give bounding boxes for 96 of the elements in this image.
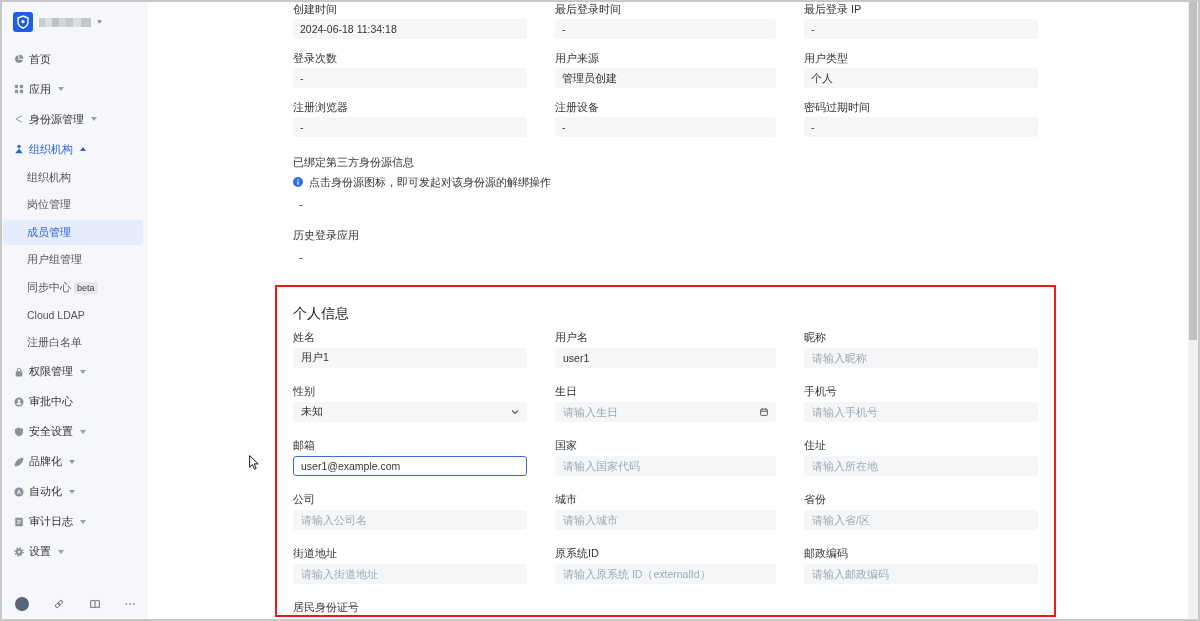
info-field: 2024-06-18 11:34:18 <box>293 19 527 39</box>
nav-subitem[interactable]: 注册白名单 <box>3 330 143 356</box>
field-label: 姓名 <box>293 330 315 344</box>
field-label: 用户来源 <box>555 51 599 65</box>
grid-icon <box>14 84 24 94</box>
nav-item[interactable]: 安全设置 <box>2 416 148 447</box>
nav-subitem[interactable]: Cloud LDAP <box>3 302 143 328</box>
text-input[interactable]: 请输入国家代码 <box>555 456 776 476</box>
nav-item[interactable]: 组织机构 <box>2 134 148 164</box>
nav-item[interactable]: 审计日志 <box>2 506 148 537</box>
field-label: 手机号 <box>804 384 837 398</box>
nav-subitem[interactable]: 同步中心 beta <box>3 275 143 301</box>
version-tag: beta <box>74 281 98 294</box>
info-field: 管理员创建 <box>555 68 776 88</box>
nav-item[interactable]: 首页 <box>2 44 148 74</box>
letter-circle-icon <box>14 486 24 497</box>
info-field: - <box>555 117 776 137</box>
field-label: 昵称 <box>804 330 826 344</box>
field-label: 注册浏览器 <box>293 100 348 114</box>
shield-icon <box>14 426 24 437</box>
field-label: 邮箱 <box>293 438 315 452</box>
lock-icon <box>14 366 24 377</box>
nav-subitem[interactable]: 组织机构 <box>3 165 143 191</box>
chevron-down-icon <box>511 408 519 416</box>
field-label: 用户名 <box>555 330 588 344</box>
chevron-left-icon <box>14 114 24 124</box>
text-input[interactable]: 请输入手机号 <box>804 402 1038 422</box>
caret-icon[interactable] <box>97 20 102 24</box>
text-input[interactable]: 请输入邮政编码 <box>804 564 1038 584</box>
field-label: 密码过期时间 <box>804 100 870 114</box>
link-icon[interactable] <box>54 599 65 609</box>
nav-subitem[interactable]: 用户组管理 <box>3 247 143 273</box>
info-icon <box>293 177 303 187</box>
shield-logo-icon[interactable] <box>13 12 33 32</box>
field-label: 用户类型 <box>804 51 848 65</box>
nav-subitem[interactable]: 成员管理 <box>3 220 143 246</box>
cursor-icon <box>249 455 259 470</box>
text-input[interactable]: 请输入街道地址 <box>293 564 527 584</box>
text-input[interactable]: 请输入省/区 <box>804 510 1038 530</box>
section-label: 历史登录应用 <box>293 228 359 242</box>
field-label: 性别 <box>293 384 315 398</box>
nav-item[interactable]: 自动化 <box>2 476 148 507</box>
info-field: - <box>804 19 1038 39</box>
field-label: 登录次数 <box>293 51 337 65</box>
info-field: - <box>293 117 527 137</box>
field-label: 城市 <box>555 492 577 506</box>
value-text: - <box>298 250 303 264</box>
text-input[interactable]: 请输入原系统 ID（externalId） <box>555 564 776 584</box>
section-title: 个人信息 <box>293 304 349 323</box>
field-label: 邮政编码 <box>804 546 848 560</box>
field-label: 注册设备 <box>555 100 599 114</box>
text-input[interactable]: 请输入公司名 <box>293 510 527 530</box>
scrollbar-thumb[interactable] <box>1189 2 1197 340</box>
field-label: 住址 <box>804 438 826 452</box>
notice-text: 点击身份源图标，即可发起对该身份源的解绑操作 <box>309 175 551 189</box>
nav-subitem[interactable]: 岗位管理 <box>3 192 143 218</box>
user-circle-icon <box>14 396 24 407</box>
field-label: 国家 <box>555 438 577 452</box>
text-input[interactable]: user1 <box>555 348 776 368</box>
calendar-icon[interactable] <box>760 408 768 416</box>
value-text: - <box>298 197 303 211</box>
field-label: 省份 <box>804 492 826 506</box>
nav-item[interactable]: 品牌化 <box>2 446 148 477</box>
book-icon[interactable] <box>89 599 100 609</box>
text-input[interactable]: user1@example.com <box>293 456 527 476</box>
field-label: 最后登录时间 <box>555 2 621 16</box>
settings-icon <box>14 546 24 557</box>
text-input[interactable]: 请输入昵称 <box>804 348 1038 368</box>
nav-item[interactable]: 设置 <box>2 536 148 567</box>
section-label: 已绑定第三方身份源信息 <box>293 155 414 169</box>
nav-item[interactable]: 权限管理 <box>2 356 148 387</box>
field-label: 最后登录 IP <box>804 2 862 16</box>
field-label: 原系统ID <box>555 546 599 560</box>
blurred-name-drawing <box>39 17 91 27</box>
field-label: 街道地址 <box>293 546 337 560</box>
text-input[interactable]: 请输入所在地 <box>804 456 1038 476</box>
person-icon <box>14 144 24 154</box>
nav-item[interactable]: 审批中心 <box>2 386 148 417</box>
info-field: - <box>555 19 776 39</box>
field-label: 公司 <box>293 492 315 506</box>
nav-item[interactable]: 身份源管理 <box>2 104 148 134</box>
select-field[interactable]: 未知 <box>293 402 527 422</box>
field-label: 生日 <box>555 384 577 398</box>
info-field: - <box>293 68 527 88</box>
text-input[interactable]: 请输入城市 <box>555 510 776 530</box>
field-label: 创建时间 <box>293 2 337 16</box>
field-label: 居民身份证号 <box>293 600 359 614</box>
leaf-icon <box>14 456 24 467</box>
text-input[interactable]: 用户1 <box>293 348 527 368</box>
document-icon <box>14 516 24 527</box>
info-field: - <box>804 117 1038 137</box>
nav-item[interactable]: 应用 <box>2 74 148 104</box>
date-input[interactable]: 请输入生日 <box>555 402 776 422</box>
info-field: 个人 <box>804 68 1038 88</box>
avatar-icon[interactable] <box>14 597 29 611</box>
pie-chart-icon <box>14 54 24 64</box>
